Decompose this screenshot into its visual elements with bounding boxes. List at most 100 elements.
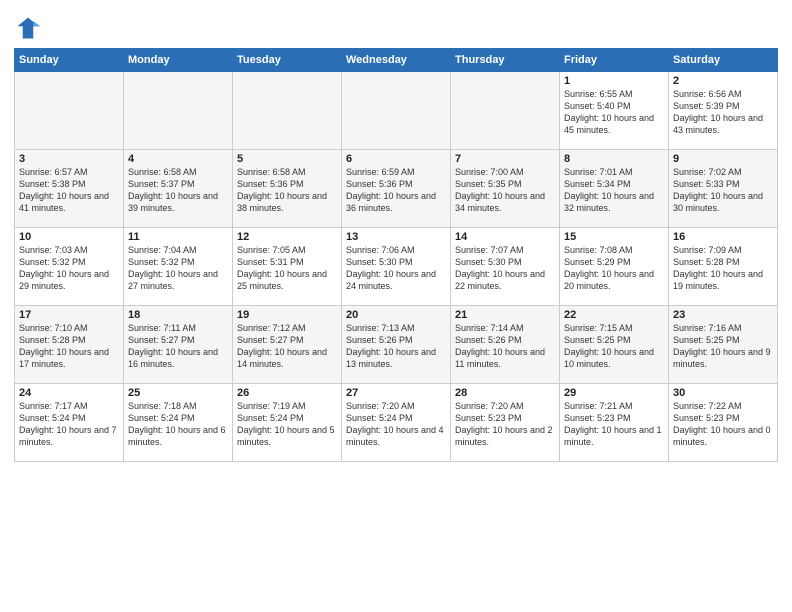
page-container: SundayMondayTuesdayWednesdayThursdayFrid… xyxy=(0,0,792,468)
day-number: 13 xyxy=(346,231,446,243)
week-row-2: 3Sunrise: 6:57 AMSunset: 5:38 PMDaylight… xyxy=(15,150,778,228)
calendar-cell: 24Sunrise: 7:17 AMSunset: 5:24 PMDayligh… xyxy=(15,384,124,462)
calendar-cell: 18Sunrise: 7:11 AMSunset: 5:27 PMDayligh… xyxy=(124,306,233,384)
calendar-cell xyxy=(124,72,233,150)
day-info: Sunrise: 7:13 AMSunset: 5:26 PMDaylight:… xyxy=(346,322,446,371)
calendar-cell: 8Sunrise: 7:01 AMSunset: 5:34 PMDaylight… xyxy=(560,150,669,228)
day-info: Sunrise: 7:06 AMSunset: 5:30 PMDaylight:… xyxy=(346,244,446,293)
calendar-cell: 13Sunrise: 7:06 AMSunset: 5:30 PMDayligh… xyxy=(342,228,451,306)
weekday-header-row: SundayMondayTuesdayWednesdayThursdayFrid… xyxy=(15,49,778,72)
day-info: Sunrise: 7:04 AMSunset: 5:32 PMDaylight:… xyxy=(128,244,228,293)
calendar-cell: 4Sunrise: 6:58 AMSunset: 5:37 PMDaylight… xyxy=(124,150,233,228)
weekday-header-wednesday: Wednesday xyxy=(342,49,451,72)
day-info: Sunrise: 7:19 AMSunset: 5:24 PMDaylight:… xyxy=(237,400,337,449)
day-info: Sunrise: 7:05 AMSunset: 5:31 PMDaylight:… xyxy=(237,244,337,293)
calendar-cell: 15Sunrise: 7:08 AMSunset: 5:29 PMDayligh… xyxy=(560,228,669,306)
day-number: 23 xyxy=(673,309,773,321)
calendar-cell: 22Sunrise: 7:15 AMSunset: 5:25 PMDayligh… xyxy=(560,306,669,384)
calendar-cell: 29Sunrise: 7:21 AMSunset: 5:23 PMDayligh… xyxy=(560,384,669,462)
day-info: Sunrise: 7:02 AMSunset: 5:33 PMDaylight:… xyxy=(673,166,773,215)
weekday-header-saturday: Saturday xyxy=(669,49,778,72)
calendar-cell: 2Sunrise: 6:56 AMSunset: 5:39 PMDaylight… xyxy=(669,72,778,150)
day-info: Sunrise: 6:58 AMSunset: 5:36 PMDaylight:… xyxy=(237,166,337,215)
logo xyxy=(14,14,46,42)
calendar-cell: 9Sunrise: 7:02 AMSunset: 5:33 PMDaylight… xyxy=(669,150,778,228)
day-number: 9 xyxy=(673,153,773,165)
day-number: 28 xyxy=(455,387,555,399)
calendar-cell: 21Sunrise: 7:14 AMSunset: 5:26 PMDayligh… xyxy=(451,306,560,384)
day-number: 26 xyxy=(237,387,337,399)
day-number: 25 xyxy=(128,387,228,399)
day-info: Sunrise: 7:03 AMSunset: 5:32 PMDaylight:… xyxy=(19,244,119,293)
day-info: Sunrise: 7:01 AMSunset: 5:34 PMDaylight:… xyxy=(564,166,664,215)
day-info: Sunrise: 7:00 AMSunset: 5:35 PMDaylight:… xyxy=(455,166,555,215)
day-number: 1 xyxy=(564,75,664,87)
day-number: 27 xyxy=(346,387,446,399)
day-number: 30 xyxy=(673,387,773,399)
day-info: Sunrise: 7:20 AMSunset: 5:23 PMDaylight:… xyxy=(455,400,555,449)
day-number: 16 xyxy=(673,231,773,243)
day-info: Sunrise: 7:08 AMSunset: 5:29 PMDaylight:… xyxy=(564,244,664,293)
calendar-cell xyxy=(451,72,560,150)
weekday-header-thursday: Thursday xyxy=(451,49,560,72)
day-info: Sunrise: 7:22 AMSunset: 5:23 PMDaylight:… xyxy=(673,400,773,449)
day-info: Sunrise: 6:58 AMSunset: 5:37 PMDaylight:… xyxy=(128,166,228,215)
calendar-cell: 11Sunrise: 7:04 AMSunset: 5:32 PMDayligh… xyxy=(124,228,233,306)
day-info: Sunrise: 7:10 AMSunset: 5:28 PMDaylight:… xyxy=(19,322,119,371)
day-number: 10 xyxy=(19,231,119,243)
day-number: 29 xyxy=(564,387,664,399)
day-number: 3 xyxy=(19,153,119,165)
day-info: Sunrise: 6:56 AMSunset: 5:39 PMDaylight:… xyxy=(673,88,773,137)
day-number: 6 xyxy=(346,153,446,165)
day-info: Sunrise: 7:11 AMSunset: 5:27 PMDaylight:… xyxy=(128,322,228,371)
day-info: Sunrise: 6:57 AMSunset: 5:38 PMDaylight:… xyxy=(19,166,119,215)
calendar-cell: 1Sunrise: 6:55 AMSunset: 5:40 PMDaylight… xyxy=(560,72,669,150)
calendar-cell: 27Sunrise: 7:20 AMSunset: 5:24 PMDayligh… xyxy=(342,384,451,462)
day-number: 4 xyxy=(128,153,228,165)
week-row-5: 24Sunrise: 7:17 AMSunset: 5:24 PMDayligh… xyxy=(15,384,778,462)
day-number: 21 xyxy=(455,309,555,321)
calendar-cell: 23Sunrise: 7:16 AMSunset: 5:25 PMDayligh… xyxy=(669,306,778,384)
calendar-cell: 30Sunrise: 7:22 AMSunset: 5:23 PMDayligh… xyxy=(669,384,778,462)
week-row-3: 10Sunrise: 7:03 AMSunset: 5:32 PMDayligh… xyxy=(15,228,778,306)
calendar-cell: 7Sunrise: 7:00 AMSunset: 5:35 PMDaylight… xyxy=(451,150,560,228)
day-number: 11 xyxy=(128,231,228,243)
weekday-header-friday: Friday xyxy=(560,49,669,72)
calendar-cell xyxy=(342,72,451,150)
calendar-cell xyxy=(233,72,342,150)
day-number: 20 xyxy=(346,309,446,321)
day-number: 2 xyxy=(673,75,773,87)
header xyxy=(14,10,778,42)
day-number: 24 xyxy=(19,387,119,399)
day-info: Sunrise: 7:12 AMSunset: 5:27 PMDaylight:… xyxy=(237,322,337,371)
calendar-cell: 12Sunrise: 7:05 AMSunset: 5:31 PMDayligh… xyxy=(233,228,342,306)
calendar-cell xyxy=(15,72,124,150)
calendar-cell: 26Sunrise: 7:19 AMSunset: 5:24 PMDayligh… xyxy=(233,384,342,462)
day-number: 5 xyxy=(237,153,337,165)
calendar-cell: 14Sunrise: 7:07 AMSunset: 5:30 PMDayligh… xyxy=(451,228,560,306)
calendar-cell: 28Sunrise: 7:20 AMSunset: 5:23 PMDayligh… xyxy=(451,384,560,462)
weekday-header-tuesday: Tuesday xyxy=(233,49,342,72)
day-info: Sunrise: 7:14 AMSunset: 5:26 PMDaylight:… xyxy=(455,322,555,371)
calendar-cell: 5Sunrise: 6:58 AMSunset: 5:36 PMDaylight… xyxy=(233,150,342,228)
calendar-cell: 10Sunrise: 7:03 AMSunset: 5:32 PMDayligh… xyxy=(15,228,124,306)
calendar-cell: 16Sunrise: 7:09 AMSunset: 5:28 PMDayligh… xyxy=(669,228,778,306)
day-number: 18 xyxy=(128,309,228,321)
week-row-4: 17Sunrise: 7:10 AMSunset: 5:28 PMDayligh… xyxy=(15,306,778,384)
weekday-header-sunday: Sunday xyxy=(15,49,124,72)
calendar-cell: 25Sunrise: 7:18 AMSunset: 5:24 PMDayligh… xyxy=(124,384,233,462)
calendar: SundayMondayTuesdayWednesdayThursdayFrid… xyxy=(14,48,778,462)
logo-icon xyxy=(14,14,42,42)
day-info: Sunrise: 7:15 AMSunset: 5:25 PMDaylight:… xyxy=(564,322,664,371)
day-number: 7 xyxy=(455,153,555,165)
day-info: Sunrise: 7:09 AMSunset: 5:28 PMDaylight:… xyxy=(673,244,773,293)
day-number: 12 xyxy=(237,231,337,243)
calendar-cell: 3Sunrise: 6:57 AMSunset: 5:38 PMDaylight… xyxy=(15,150,124,228)
day-number: 19 xyxy=(237,309,337,321)
day-info: Sunrise: 7:17 AMSunset: 5:24 PMDaylight:… xyxy=(19,400,119,449)
day-info: Sunrise: 7:18 AMSunset: 5:24 PMDaylight:… xyxy=(128,400,228,449)
day-info: Sunrise: 7:21 AMSunset: 5:23 PMDaylight:… xyxy=(564,400,664,449)
day-info: Sunrise: 6:59 AMSunset: 5:36 PMDaylight:… xyxy=(346,166,446,215)
day-number: 8 xyxy=(564,153,664,165)
calendar-cell: 19Sunrise: 7:12 AMSunset: 5:27 PMDayligh… xyxy=(233,306,342,384)
